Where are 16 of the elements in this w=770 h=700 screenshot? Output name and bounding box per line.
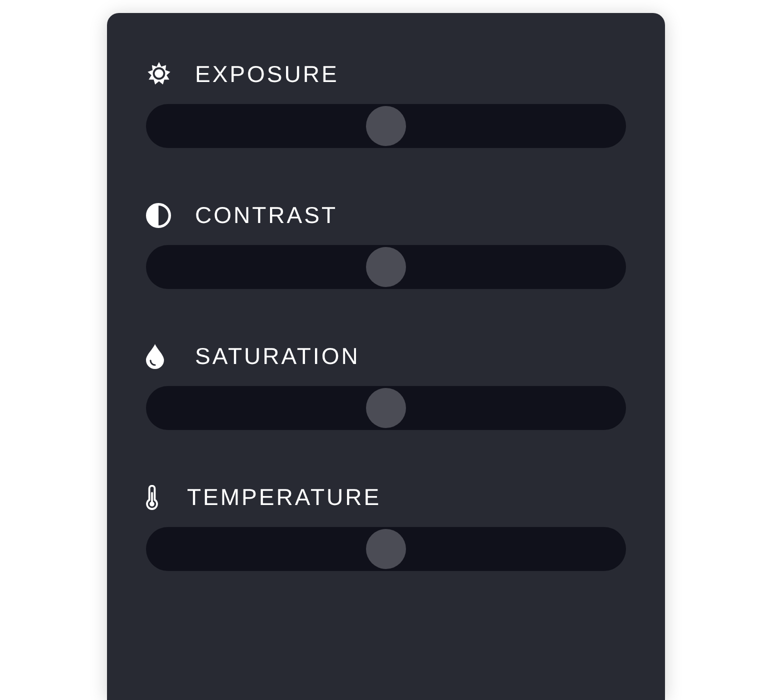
slider-thumb[interactable] [366, 247, 406, 287]
slider-thumb[interactable] [366, 529, 406, 569]
slider-track[interactable] [146, 386, 626, 430]
slider-track[interactable] [146, 527, 626, 571]
adjustment-label: EXPOSURE [195, 61, 339, 87]
slider-thumb[interactable] [366, 106, 406, 146]
slider-track[interactable] [146, 104, 626, 148]
contrast-icon [146, 202, 171, 228]
drop-icon [146, 344, 164, 368]
sun-icon [146, 62, 172, 86]
slider-track[interactable] [146, 245, 626, 289]
thermometer-icon [146, 484, 158, 510]
adjustment-label: TEMPERATURE [187, 484, 382, 510]
slider-thumb[interactable] [366, 388, 406, 428]
adjustment-label: CONTRAST [195, 202, 338, 228]
adjustment-label: SATURATION [195, 343, 360, 369]
